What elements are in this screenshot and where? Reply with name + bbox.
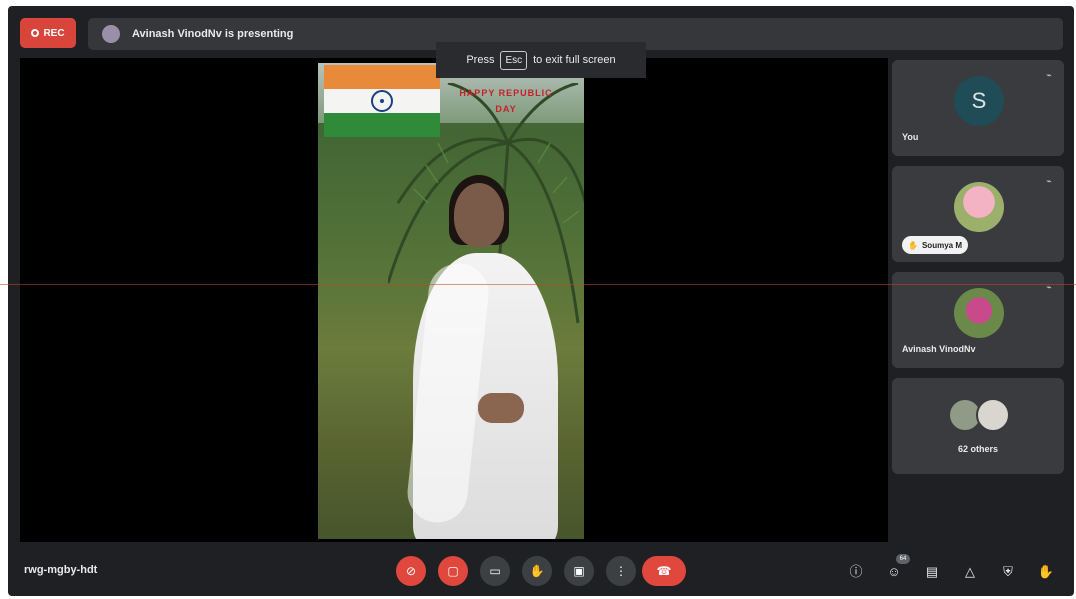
avatar [954,182,1004,232]
mic-off-icon: ⊘ [405,564,417,578]
info-icon[interactable]: ⓘ [846,562,866,582]
hand-raised-indicator-icon[interactable]: ✋ [1036,562,1056,582]
greeting-line-2: DAY [495,104,517,114]
presented-video: HAPPY REPUBLIC DAY [318,63,584,539]
present-screen-button[interactable]: ▣ [564,556,594,586]
end-call-icon: ☎ [656,564,672,578]
recording-badge[interactable]: REC [20,18,76,48]
more-options-icon: ⋮ [615,564,627,578]
mic-off-icon: ⌁ [1046,70,1052,80]
avatar [976,398,1010,432]
greeting-overlay: HAPPY REPUBLIC DAY [446,85,566,117]
presenter-avatar [102,25,120,43]
avatar: S [954,76,1004,126]
record-icon [31,29,40,37]
raise-hand-button[interactable]: ✋ [522,556,552,586]
end-call-button[interactable]: ☎ [642,556,686,586]
captions-button[interactable]: ▭ [480,556,510,586]
others-count-label: 62 others [957,444,999,454]
speaker-hands [478,393,524,423]
others-avatars [948,398,1012,432]
hand-icon: ✋ [908,240,918,250]
participant-count-badge: 64 [896,554,910,564]
host-controls-icon[interactable]: ⛨ [998,562,1018,582]
scan-artifact-line [0,284,1076,285]
toast-press-text: Press [466,54,495,66]
exit-fullscreen-toast: Press Esc to exit full screen [436,42,646,78]
recording-label: REC [43,27,65,39]
participant-name: You [902,132,919,142]
participant-tile-you[interactable]: S You ⌁ [892,60,1064,156]
participant-name: Soumya M [921,240,962,250]
indian-flag-image [324,65,440,137]
meet-screen: REC Avinash VinodNv is presenting HAPPY … [8,6,1074,596]
captions-icon: ▭ [489,564,501,578]
participant-tile-others[interactable]: 62 others [892,378,1064,474]
camera-off-icon: ▢ [447,564,459,578]
participant-tile-avinash[interactable]: Avinash VinodNv ⌁ [892,272,1064,368]
present-screen-icon: ▣ [573,564,585,578]
participant-name: Avinash VinodNv [902,344,976,354]
esc-key-hint: Esc [500,50,528,70]
more-options-button[interactable]: ⋮ [606,556,636,586]
activities-icon[interactable]: △ [960,562,980,582]
mic-off-icon: ⌁ [1046,176,1052,186]
speaking-name-chip: ✋ Soumya M [902,236,968,254]
bottom-control-bar: rwg-mgby-hdt ⊘ ▢ ▭ ✋ ▣ ⋮ ☎ ⓘ ☺ 64 ▤ △ ⛨ … [8,546,1074,596]
people-icon[interactable]: ☺ [884,562,904,582]
chat-icon[interactable]: ▤ [922,562,942,582]
presentation-stage: HAPPY REPUBLIC DAY [20,58,888,542]
speaker-face [454,183,504,247]
mic-toggle-button[interactable]: ⊘ [396,556,426,586]
greeting-line-1: HAPPY REPUBLIC [459,88,553,98]
toast-rest-text: to exit full screen [533,54,616,66]
participant-tile-soumya[interactable]: ✋ Soumya M ⌁ [892,166,1064,262]
camera-toggle-button[interactable]: ▢ [438,556,468,586]
presenting-text: Avinash VinodNv is presenting [132,28,294,40]
raise-hand-icon: ✋ [529,564,545,578]
meeting-code: rwg-mgby-hdt [24,564,98,576]
avatar [954,288,1004,338]
